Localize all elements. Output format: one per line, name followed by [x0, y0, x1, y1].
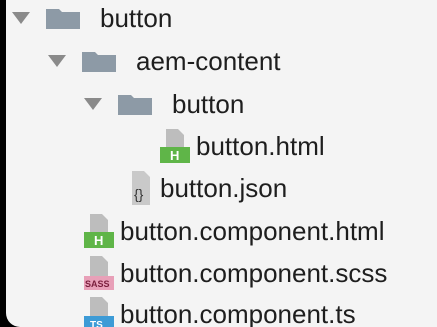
tree-row-component-html[interactable]: H button.component.html [84, 211, 385, 251]
tree-row-aem-content[interactable]: aem-content [48, 41, 281, 81]
svg-text:H: H [94, 233, 103, 248]
tree-row-button-root[interactable]: button [12, 0, 172, 38]
ts-file-icon: TS [84, 297, 114, 327]
tree-row-button-html[interactable]: H button.html [160, 126, 325, 166]
svg-text:H: H [170, 148, 179, 163]
html-file-icon: H [160, 129, 190, 163]
svg-text:{}: {} [134, 186, 144, 202]
project-tree-panel: button aem-content button H button.html … [6, 0, 437, 327]
tree-row-component-ts[interactable]: TS button.component.ts [84, 294, 356, 327]
tree-item-label: button.component.ts [120, 299, 356, 327]
tree-item-label: button.component.scss [120, 258, 388, 288]
tree-item-label: button.component.html [120, 216, 385, 246]
folder-icon [46, 9, 80, 29]
chevron-down-icon[interactable] [12, 12, 30, 24]
html-file-icon: H [84, 214, 114, 248]
json-file-icon: {} [132, 171, 150, 205]
tree-item-label: button [100, 3, 173, 33]
svg-text:SASS: SASS [85, 279, 110, 289]
svg-text:TS: TS [90, 320, 103, 327]
folder-icon [118, 95, 152, 115]
chevron-down-icon[interactable] [84, 98, 102, 110]
tree-row-button-json[interactable]: {} button.json [124, 168, 287, 208]
sass-file-icon: SASS [84, 256, 114, 290]
tree-row-button-folder[interactable]: button [84, 84, 244, 124]
tree-row-component-scss[interactable]: SASS button.component.scss [84, 253, 387, 293]
tree-item-label: button [172, 89, 245, 119]
tree-item-label: button.html [196, 131, 325, 161]
tree-item-label: aem-content [136, 46, 281, 76]
chevron-down-icon[interactable] [48, 55, 66, 67]
folder-icon [82, 52, 116, 72]
tree-item-label: button.json [160, 173, 288, 203]
